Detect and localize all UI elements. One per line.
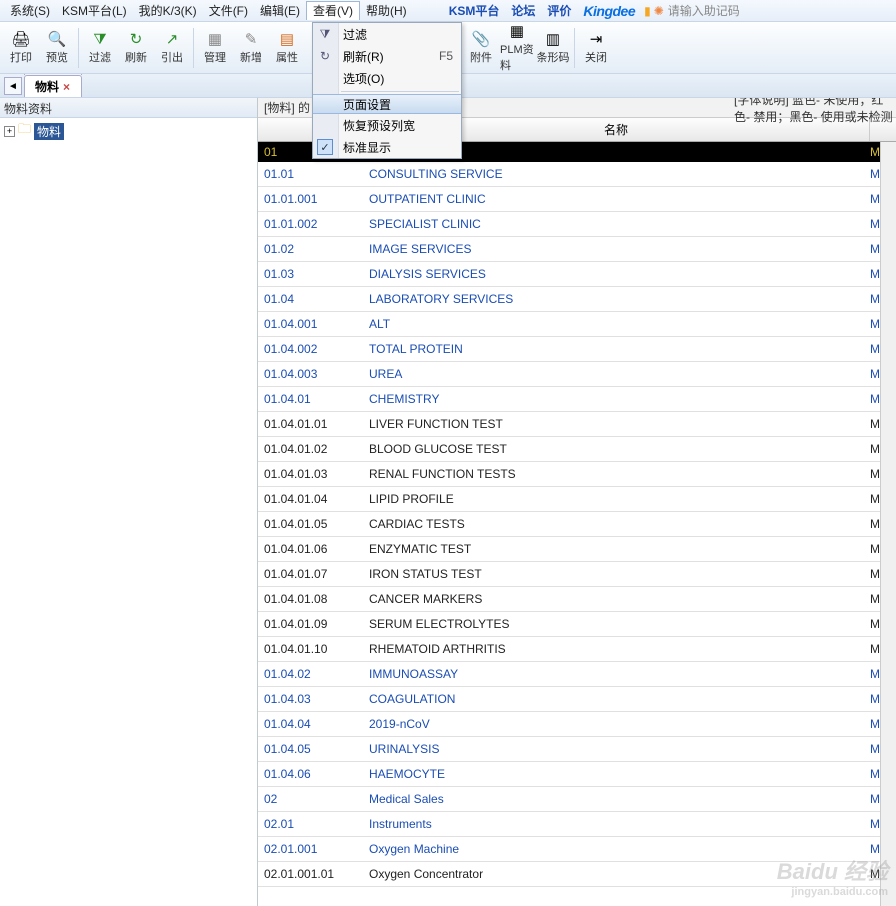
table-row[interactable]: 01.04.01.03RENAL FUNCTION TESTSMec (258, 462, 896, 487)
menu-6[interactable]: 帮助(H) (360, 2, 413, 20)
table-row[interactable]: 01.04.02IMMUNOASSAYMec (258, 662, 896, 687)
table-row[interactable]: 01.04.002TOTAL PROTEINMec (258, 337, 896, 362)
table-row[interactable]: 01.04.01CHEMISTRYMec (258, 387, 896, 412)
menu-item-0[interactable]: ⧩过滤 (313, 23, 461, 45)
refresh-button-icon: ↻ (127, 30, 145, 48)
menu-item-4[interactable]: 页面设置 (313, 94, 461, 114)
kingdee-logo: Kingdee (577, 3, 641, 19)
table-row[interactable]: 01.01.001OUTPATIENT CLINICMec (258, 187, 896, 212)
menu-4[interactable]: 编辑(E) (254, 2, 306, 20)
table-row[interactable]: 01.04.01.02BLOOD GLUCOSE TESTMec (258, 437, 896, 462)
table-row[interactable]: 01.04.01.08CANCER MARKERSMec (258, 587, 896, 612)
menu-2[interactable]: 我的K/3(K) (133, 2, 203, 20)
table-row[interactable]: 01.04.042019-nCoVMec (258, 712, 896, 737)
sidebar: 物料资料 + 🗀 物料 (0, 98, 258, 906)
tree-root[interactable]: + 🗀 物料 (4, 122, 253, 140)
check-icon: ✓ (317, 139, 333, 155)
star-icon: ✺ (654, 4, 664, 18)
table-row[interactable]: 01.04.03COAGULATIONMec (258, 687, 896, 712)
menu-item-1[interactable]: ↻刷新(R)F5 (313, 45, 461, 67)
export-button[interactable]: ↗引出 (155, 25, 189, 71)
sidebar-title: 物料资料 (0, 98, 257, 118)
link-review[interactable]: 评价 (541, 2, 577, 19)
table-row[interactable]: 01.02IMAGE SERVICESMec (258, 237, 896, 262)
table-row[interactable]: 01.04.05URINALYSISMec (258, 737, 896, 762)
table-row[interactable]: 01.01CONSULTING SERVICEMec (258, 162, 896, 187)
table-row[interactable]: 01.04.01.01LIVER FUNCTION TESTMec (258, 412, 896, 437)
table-row[interactable]: 02.01InstrumentsMec (258, 812, 896, 837)
search-placeholder[interactable]: 请输入助记码 (664, 2, 744, 19)
refresh-button[interactable]: ↻刷新 (119, 25, 153, 71)
add-button[interactable]: ✎新增 (234, 25, 268, 71)
manage-button-icon: ▦ (206, 30, 224, 48)
close-button[interactable]: ⇥关闭 (579, 25, 613, 71)
attachment-button-icon: 📎 (472, 30, 490, 48)
menu-item-6[interactable]: ✓标准显示 (313, 136, 461, 158)
table-row[interactable]: 01.04.01.09SERUM ELECTROLYTESMec (258, 612, 896, 637)
view-menu-dropdown: ⧩过滤↻刷新(R)F5选项(O) 页面设置恢复预设列宽✓标准显示 (312, 22, 462, 159)
table-row[interactable]: 01.01.002SPECIALIST CLINICMec (258, 212, 896, 237)
menu-item-icon: ↻ (317, 49, 333, 63)
table-row[interactable]: 02.01.001Oxygen MachineMec (258, 837, 896, 862)
print-button-icon: 🖨 (12, 30, 30, 48)
folder-icon: 🗀 (18, 120, 31, 142)
menu-1[interactable]: KSM平台(L) (56, 2, 133, 20)
attachment-button[interactable]: 📎附件 (464, 25, 498, 71)
table-row[interactable]: 02Medical SalesMec (258, 787, 896, 812)
properties-button[interactable]: ▤属性 (270, 25, 304, 71)
table-row[interactable]: 01.04.001ALTMec (258, 312, 896, 337)
menu-3[interactable]: 文件(F) (203, 2, 254, 20)
vertical-scrollbar[interactable] (880, 142, 896, 906)
menu-item-icon: ⧩ (317, 27, 333, 42)
add-button-icon: ✎ (242, 30, 260, 48)
table-row[interactable]: 01.04.01.04LIPID PROFILEMec (258, 487, 896, 512)
close-button-icon: ⇥ (587, 30, 605, 48)
menubar: 系统(S)KSM平台(L)我的K/3(K)文件(F)编辑(E)查看(V)帮助(H… (0, 0, 896, 22)
preview-button-icon: 🔍 (48, 30, 66, 48)
table-row[interactable]: 01.04.01.05CARDIAC TESTSMec (258, 512, 896, 537)
table-row[interactable]: 01.04LABORATORY SERVICESMec (258, 287, 896, 312)
table-row[interactable]: 01.04.003UREAMec (258, 362, 896, 387)
phone-icon: ▮ (641, 4, 654, 18)
properties-button-icon: ▤ (278, 30, 296, 48)
expand-icon[interactable]: + (4, 126, 15, 137)
table-row[interactable]: 01.04.01.10RHEMATOID ARTHRITISMec (258, 637, 896, 662)
filter-button[interactable]: ⧩过滤 (83, 25, 117, 71)
tab-nav-prev[interactable]: ◄ (4, 77, 22, 95)
table-row[interactable]: 02.01.001.01Oxygen ConcentratorMec (258, 862, 896, 887)
barcode-button-icon: ▥ (544, 30, 562, 48)
preview-button[interactable]: 🔍预览 (40, 25, 74, 71)
print-button[interactable]: 🖨打印 (4, 25, 38, 71)
table-row[interactable]: 01.03DIALYSIS SERVICESMec (258, 262, 896, 287)
link-forum[interactable]: 论坛 (505, 2, 541, 19)
tree-root-label: 物料 (34, 123, 64, 140)
tab-1[interactable]: 物料× (24, 75, 82, 97)
manage-button[interactable]: ▦管理 (198, 25, 232, 71)
table-row[interactable]: 01.04.01.07IRON STATUS TESTMec (258, 562, 896, 587)
link-ksm[interactable]: KSM平台 (443, 2, 506, 19)
tab-close-icon[interactable]: × (63, 80, 70, 94)
menu-item-5[interactable]: 恢复预设列宽 (313, 114, 461, 136)
menu-item-2[interactable]: 选项(O) (313, 67, 461, 89)
menu-5[interactable]: 查看(V) (306, 1, 360, 20)
plm-button-icon: ▦ (508, 22, 526, 40)
plm-button[interactable]: ▦PLM资料 (500, 25, 534, 71)
export-button-icon: ↗ (163, 30, 181, 48)
main-grid: [物料] 的 [字体说明] 蓝色- 未使用；红色- 禁用；黑色- 使用或未检测 … (258, 98, 896, 906)
filter-button-icon: ⧩ (91, 30, 109, 48)
table-row[interactable]: 01.04.01.06ENZYMATIC TESTMec (258, 537, 896, 562)
barcode-button[interactable]: ▥条形码 (536, 25, 570, 71)
table-row[interactable]: 01.04.06HAEMOCYTEMec (258, 762, 896, 787)
menu-0[interactable]: 系统(S) (4, 2, 56, 20)
